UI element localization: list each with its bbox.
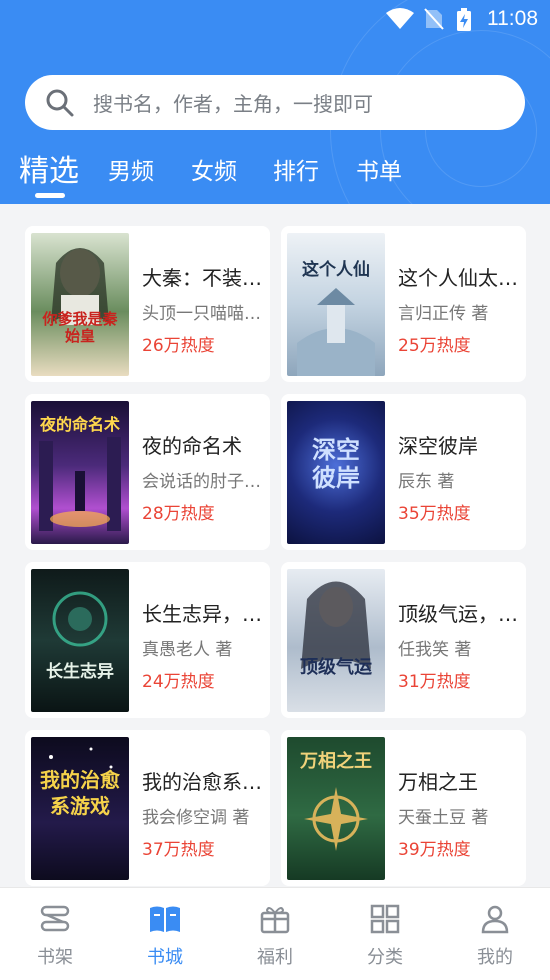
search-placeholder: 搜书名，作者，主角，一搜即可 — [93, 92, 373, 116]
book-heat: 39万热度 — [398, 840, 471, 860]
nav-label: 分类 — [367, 947, 403, 968]
person-icon — [481, 905, 509, 934]
book-title: 大秦：不装了，你爹我是秦始皇 — [142, 266, 264, 290]
tab-featured[interactable]: 精选 — [19, 146, 79, 190]
book-cover: 我的治愈系游戏 — [31, 737, 129, 880]
wifi-icon — [386, 8, 414, 29]
book-cover: 夜的命名术 — [31, 401, 129, 544]
search-icon — [46, 89, 74, 116]
book-title: 长生志异，开局菜市口被斩首 — [142, 602, 264, 626]
open-book-icon — [150, 906, 180, 932]
cover-title: 深空彼岸 — [312, 435, 360, 492]
nav-categories[interactable]: 分类 — [330, 888, 440, 980]
bottom-nav: 书架 书城 福利 分类 我的 — [0, 887, 550, 980]
book-card[interactable]: 深空彼岸 深空彼岸 辰东 著 35万热度 — [281, 394, 526, 550]
nav-label: 福利 — [257, 947, 293, 968]
book-cover: 万相之王 — [287, 737, 385, 880]
book-author: 我会修空调 著 — [142, 808, 250, 828]
book-cover: 你爹我是秦始皇 — [31, 233, 129, 376]
no-sim-icon — [424, 8, 444, 30]
book-heat: 24万热度 — [142, 672, 215, 692]
cover-title: 你爹我是秦始皇 — [42, 310, 118, 345]
book-heat: 25万热度 — [398, 336, 471, 356]
nav-profile[interactable]: 我的 — [440, 888, 550, 980]
nav-bookstore[interactable]: 书城 — [110, 888, 220, 980]
book-author: 真愚老人 著 — [142, 640, 233, 660]
book-title: 万相之王 — [398, 770, 478, 794]
nav-label: 书架 — [37, 947, 73, 968]
tab-male[interactable]: 男频 — [108, 152, 154, 186]
book-title: 夜的命名术 — [142, 434, 242, 458]
status-bar: 11:08 — [0, 0, 550, 38]
tab-booklist[interactable]: 书单 — [356, 152, 402, 186]
book-card[interactable]: 万相之王 万相之王 天蚕土豆 著 39万热度 — [281, 730, 526, 886]
cover-title: 我的治愈系游戏 — [40, 768, 120, 818]
cover-title: 长生志异 — [46, 662, 114, 682]
book-heat: 28万热度 — [142, 504, 215, 524]
search-box[interactable]: 搜书名，作者，主角，一搜即可 — [25, 75, 525, 130]
book-author: 言归正传 著 — [398, 304, 489, 324]
cover-title: 万相之王 — [300, 751, 372, 772]
book-cover: 长生志异 — [31, 569, 129, 712]
category-tabs: 精选 男频 女频 排行 书单 — [0, 146, 550, 200]
battery-charging-icon — [457, 8, 471, 31]
book-cover: 深空彼岸 — [287, 401, 385, 544]
book-card[interactable]: 夜的命名术 夜的命名术 会说话的肘子 著 28万热度 — [25, 394, 270, 550]
active-tab-indicator — [35, 193, 65, 198]
book-card[interactable]: 这个人仙 这个人仙太过正经 言归正传 著 25万热度 — [281, 226, 526, 382]
book-card[interactable]: 你爹我是秦始皇 大秦：不装了，你爹我是秦始皇 头顶一只喵喵 著 26万热度 — [25, 226, 270, 382]
book-title: 深空彼岸 — [398, 434, 478, 458]
book-card[interactable]: 我的治愈系游戏 我的治愈系游戏 我会修空调 著 37万热度 — [25, 730, 270, 886]
cover-title: 顶级气运 — [300, 657, 372, 678]
book-heat: 37万热度 — [142, 840, 215, 860]
book-author: 天蚕土豆 著 — [398, 808, 489, 828]
nav-rewards[interactable]: 福利 — [220, 888, 330, 980]
gift-icon — [260, 907, 290, 934]
book-cover: 顶级气运 — [287, 569, 385, 712]
cover-title: 这个人仙 — [302, 260, 370, 280]
book-title: 我的治愈系游戏 — [142, 770, 264, 794]
status-time: 11:08 — [487, 7, 538, 30]
book-cover: 这个人仙 — [287, 233, 385, 376]
header: 11:08 搜书名，作者，主角，一搜即可 精选 男频 女频 排行 书单 — [0, 0, 550, 204]
book-card[interactable]: 顶级气运 顶级气运，悄悄修炼千年 任我笑 著 31万热度 — [281, 562, 526, 718]
book-title: 这个人仙太过正经 — [398, 266, 520, 290]
cover-title: 夜的命名术 — [39, 415, 120, 434]
nav-bookshelf[interactable]: 书架 — [0, 888, 110, 980]
book-card[interactable]: 长生志异 长生志异，开局菜市口被斩首 真愚老人 著 24万热度 — [25, 562, 270, 718]
book-heat: 31万热度 — [398, 672, 471, 692]
bookshelf-icon — [40, 905, 70, 932]
book-author: 辰东 著 — [398, 472, 455, 492]
book-heat: 35万热度 — [398, 504, 471, 524]
book-heat: 26万热度 — [142, 336, 215, 356]
book-author: 头顶一只喵喵 著 — [142, 304, 264, 324]
nav-label: 书城 — [147, 947, 183, 968]
book-author: 任我笑 著 — [398, 640, 472, 660]
grid-icon — [370, 904, 400, 934]
tab-female[interactable]: 女频 — [191, 152, 237, 186]
book-author: 会说话的肘子 著 — [142, 472, 264, 492]
book-title: 顶级气运，悄悄修炼千年 — [398, 602, 520, 626]
nav-label: 我的 — [477, 947, 513, 968]
tab-ranking[interactable]: 排行 — [273, 152, 319, 186]
